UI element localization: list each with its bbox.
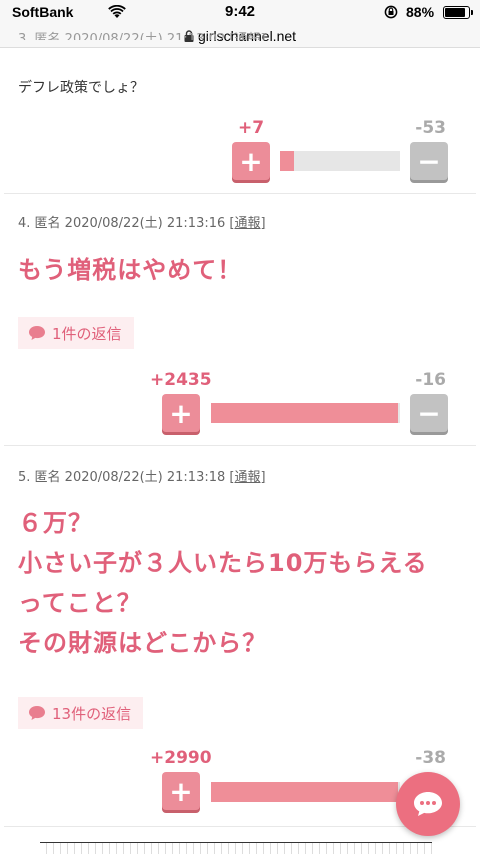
- comment-image[interactable]: [40, 842, 432, 854]
- comment-line: ６万？: [18, 509, 93, 537]
- comment-line: その財源はどこから？: [18, 629, 268, 657]
- plus-button[interactable]: +: [162, 772, 200, 810]
- plus-button[interactable]: +: [232, 142, 270, 180]
- comment-line: 小さい子が３人いたら10万もらえる: [18, 549, 428, 577]
- chat-fab-button[interactable]: [396, 772, 460, 836]
- battery-percent: 88%: [406, 4, 435, 20]
- reply-button[interactable]: 13件の返信: [18, 697, 144, 729]
- vote-bar-fill: [211, 403, 399, 423]
- reply-count: 1件の返信: [52, 324, 122, 343]
- vote-bar-fill: [280, 151, 295, 171]
- comment-meta-text: 5. 匿名 2020/08/22(土) 21:13:18: [18, 470, 226, 485]
- comment-text: デフレ政策でしょ？: [18, 80, 144, 96]
- minus-count: -53: [415, 118, 446, 138]
- divider: [4, 193, 476, 194]
- plus-count: +7: [238, 118, 265, 138]
- comment-text: もう増税はやめて！: [18, 256, 243, 284]
- comment-meta-text: 4. 匿名 2020/08/22(土) 21:13:16: [18, 216, 226, 231]
- plus-count: +2990: [150, 748, 212, 768]
- minus-button[interactable]: −: [410, 142, 448, 180]
- vote-bar: [280, 151, 400, 171]
- report-link[interactable]: [通報]: [229, 216, 265, 231]
- vote-bar-fill: [211, 782, 399, 802]
- minus-count: -38: [415, 748, 446, 768]
- comment-meta: 4. 匿名 2020/08/22(土) 21:13:16 [通報]: [18, 212, 266, 231]
- speech-bubble-icon: [29, 706, 45, 720]
- comment-line: ってこと？: [18, 589, 142, 617]
- status-bar: SoftBank 9:42 88%: [0, 0, 480, 26]
- vote-bar: [211, 782, 400, 802]
- report-link[interactable]: [通報]: [229, 470, 265, 485]
- reply-button[interactable]: 1件の返信: [18, 317, 134, 349]
- battery-icon: [443, 6, 470, 19]
- comment-meta: 5. 匿名 2020/08/22(土) 21:13:18 [通報]: [18, 466, 266, 485]
- battery-tip: [471, 10, 473, 15]
- divider: [4, 445, 476, 446]
- comment-meta-cut: 3. 匿名 2020/08/22(土) 21:13:02 [通報]: [18, 32, 266, 40]
- speech-bubble-icon: [29, 326, 45, 340]
- rotation-lock-icon: [384, 5, 398, 19]
- reply-count: 13件の返信: [52, 704, 132, 723]
- plus-count: +2435: [150, 370, 212, 390]
- vote-bar: [211, 403, 400, 423]
- comment-text: ６万？ 小さい子が３人いたら10万もらえる ってこと？ その財源はどこから？: [18, 503, 428, 663]
- plus-button[interactable]: +: [162, 394, 200, 432]
- minus-count: -16: [415, 370, 446, 390]
- minus-button[interactable]: −: [410, 394, 448, 432]
- chat-bubble-icon: [414, 792, 442, 816]
